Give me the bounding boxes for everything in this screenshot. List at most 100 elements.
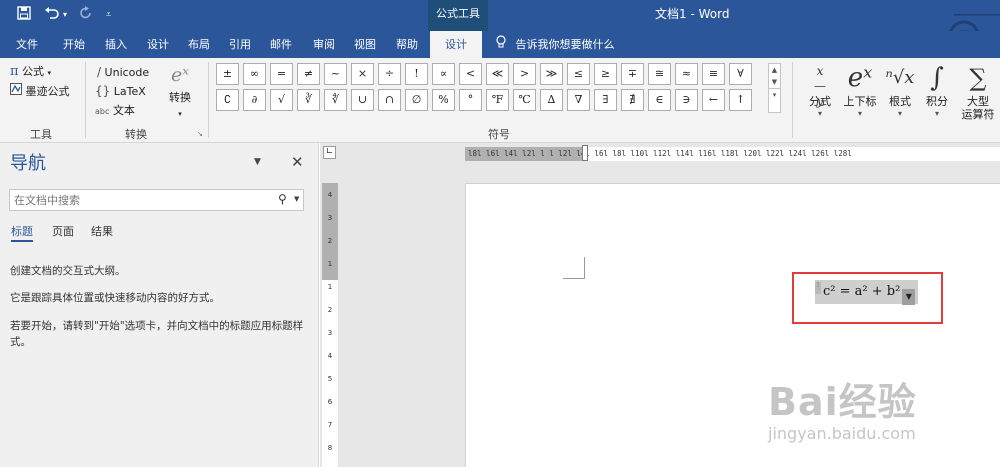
equation-label: 公式 — [22, 65, 45, 78]
close-icon[interactable]: ✕ — [291, 153, 304, 171]
tab-home[interactable]: 开始 — [55, 31, 93, 58]
dialog-launcher-icon[interactable]: ↘ — [197, 130, 203, 138]
symbol-button[interactable]: ± — [216, 63, 239, 85]
symbol-button[interactable]: ! — [405, 63, 428, 85]
undo-icon[interactable] — [44, 6, 60, 25]
ruler-tick-label: 2 — [327, 306, 333, 314]
symbol-button[interactable]: ∛ — [297, 89, 320, 111]
latex-option[interactable]: {} LaTeX — [95, 83, 146, 100]
tab-mailings[interactable]: 邮件 — [262, 31, 300, 58]
symbol-button[interactable]: ℉ — [486, 89, 509, 111]
symbol-button[interactable]: ∓ — [621, 63, 644, 85]
chevron-down-icon: ▾ — [178, 110, 182, 118]
symbol-button[interactable]: × — [351, 63, 374, 85]
scroll-up-icon[interactable]: ▲ — [769, 64, 780, 76]
document-title: 文档1 - Word — [655, 7, 730, 21]
fraction-icon: x — y — [814, 64, 826, 108]
tab-view[interactable]: 视图 — [346, 31, 384, 58]
symbol-button[interactable]: ∈ — [648, 89, 671, 111]
symbol-button[interactable]: ° — [459, 89, 482, 111]
search-icon[interactable]: ⚲ — [278, 192, 287, 206]
symbol-button[interactable]: ∩ — [378, 89, 401, 111]
symbol-button[interactable]: ∋ — [675, 89, 698, 111]
symbol-button[interactable]: ℃ — [513, 89, 536, 111]
symbols-group-label: 符号 — [488, 128, 510, 141]
symbols-gallery-scroll[interactable]: ▲ ▼ ▾ — [768, 63, 781, 113]
fraction-button[interactable]: x — y 分式 ▾ — [802, 61, 838, 119]
symbol-button[interactable]: ≤ — [567, 63, 590, 85]
chevron-down-icon[interactable]: ▼ — [294, 195, 299, 203]
chevron-down-icon: ▾ — [857, 109, 862, 118]
customize-quick-access-icon[interactable]: ⩡ — [106, 6, 111, 24]
equation-options-icon[interactable]: ▼ — [902, 289, 916, 305]
unicode-option[interactable]: / Unicode — [97, 64, 149, 81]
symbol-button[interactable]: ≈ — [675, 63, 698, 85]
tab-help[interactable]: 帮助 — [388, 31, 426, 58]
symbol-button[interactable]: ∝ — [432, 63, 455, 85]
ink-equation-button[interactable]: 墨迹公式 — [10, 83, 70, 100]
tab-headings[interactable]: 标题 — [11, 224, 33, 242]
indent-marker[interactable] — [582, 145, 588, 161]
equation-text[interactable]: c² = a² + b² — [823, 284, 900, 299]
symbol-button[interactable]: ≠ — [297, 63, 320, 85]
tab-equation-design[interactable]: 设计 — [430, 31, 482, 58]
convert-button[interactable]: eˣ 转换 ▾ — [166, 60, 194, 122]
tab-references[interactable]: 引用 — [221, 31, 259, 58]
text-option[interactable]: abc 文本 — [95, 103, 135, 120]
symbol-button[interactable]: % — [432, 89, 455, 111]
nav-search-input[interactable]: 在文档中搜索 ⚲ ▼ — [9, 189, 304, 211]
conversions-group-label: 转换 — [125, 128, 147, 141]
symbol-button[interactable]: ∜ — [324, 89, 347, 111]
nav-options-icon[interactable]: ▼ — [254, 157, 261, 167]
symbol-button[interactable]: ∃ — [594, 89, 617, 111]
symbol-button[interactable]: ∇ — [567, 89, 590, 111]
tab-file[interactable]: 文件 — [8, 31, 46, 58]
symbol-button[interactable]: ← — [702, 89, 725, 111]
undo-dropdown-icon[interactable]: ▾ — [63, 6, 67, 24]
horizontal-ruler[interactable]: l8l l6l l4l l2l l l l2l l4l l6l l8l l10l… — [465, 147, 1000, 161]
symbol-button[interactable]: ≪ — [486, 63, 509, 85]
radical-button[interactable]: ⁿ√x 根式 ▾ — [882, 61, 918, 119]
symbol-button[interactable]: ∞ — [243, 63, 266, 85]
symbol-button[interactable]: √ — [270, 89, 293, 111]
tab-insert[interactable]: 插入 — [97, 31, 135, 58]
integral-button[interactable]: ∫ 积分 ▾ — [920, 61, 954, 119]
symbol-button[interactable]: ÷ — [378, 63, 401, 85]
more-icon[interactable]: ▾ — [769, 88, 780, 101]
symbol-button[interactable]: ∆ — [540, 89, 563, 111]
symbol-button[interactable]: ∄ — [621, 89, 644, 111]
symbol-button[interactable]: ↑ — [729, 89, 752, 111]
symbol-button[interactable]: ~ — [324, 63, 347, 85]
symbol-button[interactable]: ∂ — [243, 89, 266, 111]
nav-help-text-2: 它是跟踪具体位置或快速移动内容的好方式。 — [10, 292, 220, 304]
symbol-button[interactable]: ∅ — [405, 89, 428, 111]
script-button[interactable]: eˣ 上下标 ▾ — [840, 61, 880, 119]
tab-review[interactable]: 审阅 — [305, 31, 343, 58]
tab-selector[interactable]: ∟ — [320, 143, 340, 163]
tell-me-search[interactable]: 告诉我你想要做什么 — [496, 31, 615, 58]
symbol-button[interactable]: ≫ — [540, 63, 563, 85]
symbol-button[interactable]: ≥ — [594, 63, 617, 85]
redo-icon[interactable] — [79, 6, 93, 25]
equation-object[interactable]: ⋮ c² = a² + b² ▼ — [815, 280, 919, 305]
vertical-ruler[interactable]: 4 3 2 1 1 2 3 4 5 6 7 8 — [322, 183, 338, 467]
title-bar: ▾ ⩡ 公式工具 文档1 - Word — [0, 0, 1000, 52]
tab-layout[interactable]: 布局 — [180, 31, 218, 58]
symbol-button[interactable]: ∀ — [729, 63, 752, 85]
symbol-button[interactable]: ∪ — [351, 89, 374, 111]
tab-pages[interactable]: 页面 — [52, 224, 74, 240]
scroll-down-icon[interactable]: ▼ — [769, 76, 780, 88]
symbol-button[interactable]: ≡ — [702, 63, 725, 85]
ruler-tick-label: 2 — [327, 237, 333, 245]
symbol-button[interactable]: > — [513, 63, 536, 85]
symbol-button[interactable]: = — [270, 63, 293, 85]
symbol-button[interactable]: < — [459, 63, 482, 85]
large-operator-button[interactable]: ∑ 大型 运算符 — [956, 61, 1000, 121]
equation-button[interactable]: π 公式 ▾ — [10, 64, 51, 81]
tab-results[interactable]: 结果 — [91, 224, 113, 240]
symbol-button[interactable]: ∁ — [216, 89, 239, 111]
save-icon[interactable] — [17, 6, 31, 25]
symbol-button[interactable]: ≅ — [648, 63, 671, 85]
tab-design[interactable]: 设计 — [139, 31, 177, 58]
equation-handle-icon[interactable]: ⋮ — [815, 282, 821, 294]
